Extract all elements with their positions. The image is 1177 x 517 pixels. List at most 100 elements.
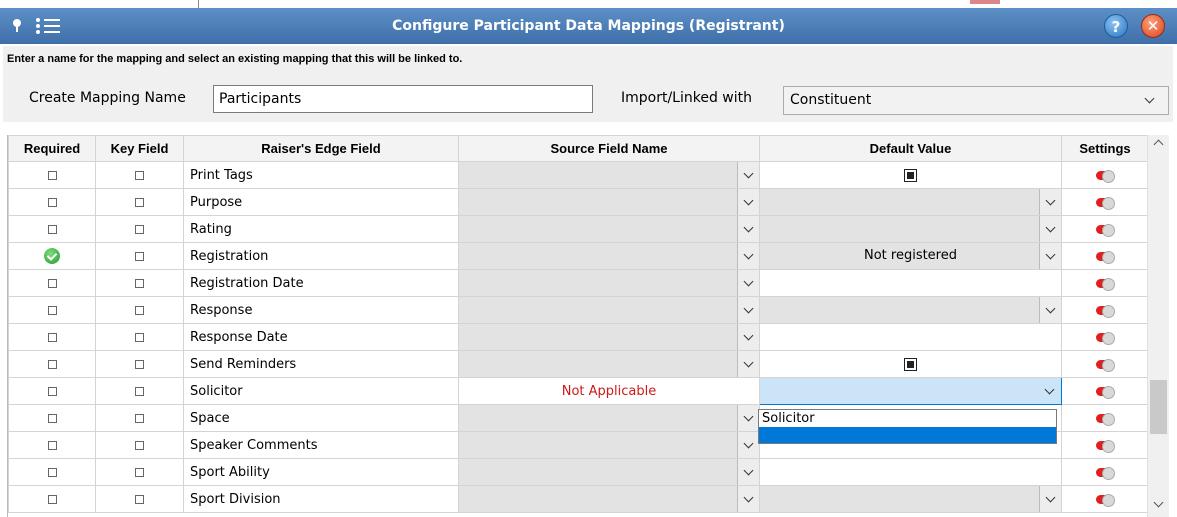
settings-toggle-icon[interactable] xyxy=(1096,169,1115,183)
key-field-checkbox[interactable] xyxy=(135,494,144,504)
settings-toggle-icon[interactable] xyxy=(1096,358,1115,372)
column-header-re-field[interactable]: Raiser's Edge Field xyxy=(183,135,459,162)
column-header-settings[interactable]: Settings xyxy=(1061,135,1147,162)
key-field-checkbox[interactable] xyxy=(135,359,144,369)
import-linked-value: Constituent xyxy=(790,92,872,108)
key-field-checkbox[interactable] xyxy=(135,332,144,342)
re-field-name: Send Reminders xyxy=(183,350,459,378)
source-field-select[interactable] xyxy=(458,188,760,216)
scroll-down-icon[interactable] xyxy=(1153,497,1164,508)
required-checkbox[interactable] xyxy=(47,386,57,396)
default-value-dropdown-list: Solicitor xyxy=(758,409,1057,444)
default-value-text: Not registered xyxy=(863,248,957,263)
required-checkbox[interactable] xyxy=(47,224,57,234)
default-checkbox[interactable] xyxy=(904,168,917,182)
settings-toggle-icon[interactable] xyxy=(1096,223,1115,237)
default-value-cell[interactable] xyxy=(759,161,1062,189)
import-linked-select[interactable]: Constituent xyxy=(783,86,1169,115)
key-field-checkbox[interactable] xyxy=(135,278,144,288)
settings-toggle-icon[interactable] xyxy=(1096,412,1115,426)
key-field-checkbox[interactable] xyxy=(135,197,144,207)
source-field-select[interactable] xyxy=(458,242,760,270)
source-field-select[interactable] xyxy=(458,404,760,432)
column-header-key-field[interactable]: Key Field xyxy=(95,135,184,162)
default-value-cell[interactable] xyxy=(759,350,1062,378)
chevron-down-icon xyxy=(1045,222,1056,233)
table-row: Rating xyxy=(8,215,1147,243)
required-checkbox[interactable] xyxy=(47,359,57,369)
mapping-name-panel: Enter a name for the mapping and select … xyxy=(3,46,1173,122)
key-field-checkbox[interactable] xyxy=(135,440,144,450)
table-row: Response xyxy=(8,296,1147,324)
settings-toggle-icon[interactable] xyxy=(1096,331,1115,345)
default-value-select[interactable] xyxy=(759,188,1062,216)
key-field-checkbox[interactable] xyxy=(135,413,144,423)
required-check-icon xyxy=(44,248,60,264)
column-header-required[interactable]: Required xyxy=(8,135,96,162)
chevron-down-icon xyxy=(1045,492,1056,503)
grid-vertical-scrollbar[interactable] xyxy=(1147,135,1169,517)
settings-toggle-icon[interactable] xyxy=(1096,277,1115,291)
title-bar: Configure Participant Data Mappings (Reg… xyxy=(0,8,1177,44)
default-value-select-open[interactable] xyxy=(759,377,1062,405)
required-checkbox[interactable] xyxy=(47,197,57,207)
default-checkbox[interactable] xyxy=(904,357,917,371)
scroll-thumb[interactable] xyxy=(1150,380,1167,434)
required-checkbox[interactable] xyxy=(47,440,57,450)
settings-toggle-icon[interactable] xyxy=(1096,304,1115,318)
source-field-select[interactable] xyxy=(458,269,760,297)
help-icon[interactable]: ? xyxy=(1104,14,1128,38)
chevron-down-icon xyxy=(1044,384,1055,395)
column-header-default-value[interactable]: Default Value xyxy=(759,135,1062,162)
scroll-up-icon[interactable] xyxy=(1153,139,1164,150)
required-checkbox[interactable] xyxy=(47,170,57,180)
chevron-down-icon xyxy=(743,195,754,206)
settings-toggle-icon[interactable] xyxy=(1096,250,1115,264)
settings-toggle-icon[interactable] xyxy=(1096,493,1115,507)
mapping-name-label: Create Mapping Name xyxy=(29,90,186,106)
default-value-select[interactable] xyxy=(759,215,1062,243)
source-field-select[interactable] xyxy=(458,296,760,324)
source-field-select[interactable] xyxy=(458,431,760,459)
settings-toggle-icon[interactable] xyxy=(1096,196,1115,210)
chevron-down-icon xyxy=(1144,93,1155,104)
key-field-checkbox[interactable] xyxy=(135,251,144,261)
required-checkbox[interactable] xyxy=(47,305,57,315)
default-value-input[interactable] xyxy=(759,323,1062,351)
required-checkbox[interactable] xyxy=(47,278,57,288)
default-value-input[interactable] xyxy=(759,269,1062,297)
source-not-applicable: Not Applicable xyxy=(458,377,760,405)
dropdown-option-blank-selected[interactable] xyxy=(759,427,1056,443)
source-field-select[interactable] xyxy=(458,485,760,513)
mapping-name-input[interactable]: Participants xyxy=(213,85,593,113)
column-header-source-field[interactable]: Source Field Name xyxy=(458,135,760,162)
required-checkbox[interactable] xyxy=(47,332,57,342)
default-value-input[interactable] xyxy=(759,458,1062,486)
source-field-select[interactable] xyxy=(458,350,760,378)
source-field-select[interactable] xyxy=(458,323,760,351)
settings-toggle-icon[interactable] xyxy=(1096,385,1115,399)
source-field-select[interactable] xyxy=(458,161,760,189)
dropdown-option-solicitor[interactable]: Solicitor xyxy=(759,410,1056,427)
chevron-down-icon xyxy=(743,492,754,503)
default-value-select[interactable] xyxy=(759,485,1062,513)
default-value-select[interactable] xyxy=(759,296,1062,324)
table-row: Registration Date xyxy=(8,269,1147,297)
source-field-select[interactable] xyxy=(458,458,760,486)
source-field-select[interactable] xyxy=(458,215,760,243)
import-linked-label: Import/Linked with xyxy=(621,90,753,106)
re-field-name: Speaker Comments xyxy=(183,431,459,459)
key-field-checkbox[interactable] xyxy=(135,467,144,477)
required-checkbox[interactable] xyxy=(47,413,57,423)
settings-toggle-icon[interactable] xyxy=(1096,439,1115,453)
required-checkbox[interactable] xyxy=(47,467,57,477)
key-field-checkbox[interactable] xyxy=(135,170,144,180)
default-value-select[interactable]: Not registered xyxy=(759,242,1062,270)
chevron-down-icon xyxy=(743,357,754,368)
close-icon[interactable]: ✕ xyxy=(1141,14,1165,38)
key-field-checkbox[interactable] xyxy=(135,386,144,396)
key-field-checkbox[interactable] xyxy=(135,224,144,234)
settings-toggle-icon[interactable] xyxy=(1096,466,1115,480)
key-field-checkbox[interactable] xyxy=(135,305,144,315)
required-checkbox[interactable] xyxy=(47,494,57,504)
